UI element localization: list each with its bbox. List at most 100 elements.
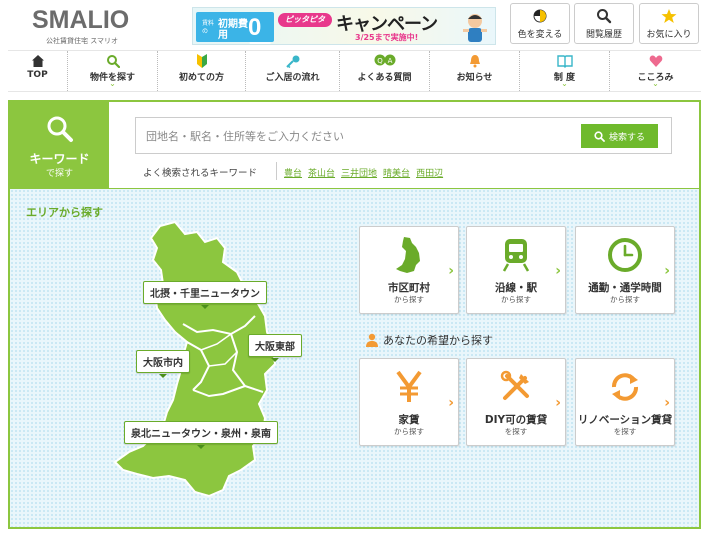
nav-item-beginners[interactable]: 初めての方 <box>158 51 246 91</box>
search-button[interactable]: 検索する <box>581 124 658 148</box>
chevron-down-icon: ⌄ <box>652 79 659 88</box>
color-change-button[interactable]: 色を変える <box>510 3 570 44</box>
card-subtitle: を探す <box>613 427 637 436</box>
card-diy[interactable]: DIY可の賃貸 を探す › <box>466 358 566 446</box>
chevron-right-icon: › <box>664 263 670 279</box>
svg-text:Q: Q <box>377 57 383 65</box>
card-subtitle: から探す <box>394 295 424 304</box>
banner-zero: 0円 <box>248 14 272 45</box>
banner-date: 3/25まで実施中! <box>355 33 419 42</box>
favorites-label: お気に入り <box>646 30 692 40</box>
keyword-link[interactable]: 三井団地 <box>341 166 377 179</box>
chevron-right-icon: › <box>555 395 561 411</box>
keyword-link[interactable]: 晴美台 <box>383 166 410 179</box>
card-line-station[interactable]: 沿線・駅 から探す › <box>466 226 566 314</box>
card-subtitle: から探す <box>610 295 640 304</box>
region-label-senboku[interactable]: 泉北ニュータウン・泉州・泉南 <box>124 421 278 449</box>
qa-icon: QA <box>340 54 429 68</box>
chevron-down-icon: ⌄ <box>561 79 568 88</box>
search-icon <box>68 54 157 68</box>
campaign-banner[interactable]: 賃料の 初期費用 0円 ピッタピタ キャンペーン 3/25まで実施中! <box>192 7 496 45</box>
region-label-hokusetsu[interactable]: 北摂・千里ニュータウン <box>143 281 267 309</box>
search-icon <box>47 116 73 142</box>
site-header: SMALIO 公社賃貸住宅 スマリオ 賃料の 初期費用 0円 ピッタピタ キャン… <box>0 0 709 50</box>
nav-label: TOP <box>27 70 48 80</box>
beginner-mark-icon <box>158 54 245 68</box>
yen-icon <box>360 367 458 407</box>
home-icon <box>8 54 67 68</box>
nav-label: お知らせ <box>456 73 493 83</box>
search-box: 検索する <box>135 117 672 154</box>
search-icon <box>594 130 605 142</box>
card-municipality[interactable]: 市区町村 から探す › <box>359 226 459 314</box>
keyword-link[interactable]: 茶山台 <box>308 166 335 179</box>
history-button[interactable]: 閲覧履歴 <box>574 3 634 44</box>
person-icon <box>366 333 378 347</box>
card-renovation[interactable]: リノベーション賃貸 を探す › <box>575 358 675 446</box>
star-icon <box>640 8 698 24</box>
logo-subtitle: 公社賃貸住宅 スマリオ <box>46 37 119 45</box>
chevron-down-icon: ⌄ <box>109 79 116 88</box>
region-label-osaka-city[interactable]: 大阪市内 <box>136 350 190 378</box>
nav-item-move-in-flow[interactable]: ご入居の流れ <box>246 51 340 91</box>
card-rent[interactable]: 家賃 から探す › <box>359 358 459 446</box>
banner-character-icon <box>463 14 487 42</box>
card-title: 通勤・通学時間 <box>588 282 662 294</box>
keyword-side-title: キーワード <box>29 152 90 166</box>
nav-label: ご入居の流れ <box>265 73 320 83</box>
nav-item-search-property[interactable]: 物件を探す ⌄ <box>68 51 158 91</box>
svg-text:A: A <box>387 57 392 65</box>
osaka-map-icon <box>360 235 458 275</box>
keyword-search-panel: キーワード で探す 検索する よく検索されるキーワード 豊台 茶山台 三井団地 … <box>8 100 701 190</box>
logo-text: SMALIO <box>32 6 130 34</box>
nav-item-faq[interactable]: QA よくある質問 <box>340 51 430 91</box>
nav-item-kokoromi[interactable]: こころみ ⌄ <box>610 51 701 91</box>
card-title: 市区町村 <box>388 282 430 294</box>
chevron-right-icon: › <box>448 263 454 279</box>
banner-line1: 賃料の <box>202 20 215 35</box>
favorites-button[interactable]: お気に入り <box>639 3 699 44</box>
keyword-side-label: キーワード で探す <box>10 102 109 188</box>
site-logo[interactable]: SMALIO 公社賃貸住宅 スマリオ <box>32 6 142 46</box>
nav-item-news[interactable]: お知らせ <box>430 51 520 91</box>
key-icon <box>246 54 339 68</box>
area-search-title: エリアから探す <box>26 206 103 219</box>
banner-line2: 初期費用 <box>218 19 248 41</box>
chevron-right-icon: › <box>664 395 670 411</box>
clock-icon <box>576 235 674 275</box>
divider <box>276 162 277 180</box>
chevron-right-icon: › <box>555 263 561 279</box>
search-button-label: 検索する <box>608 132 645 143</box>
keyword-side-sub: で探す <box>45 169 73 179</box>
nav-item-top[interactable]: TOP <box>8 51 68 91</box>
wish-heading-text: あなたの希望から探す <box>383 334 493 347</box>
renovation-icon <box>576 367 674 407</box>
card-title: リノベーション賃貸 <box>577 414 673 426</box>
search-icon <box>575 8 633 24</box>
region-label-osaka-east[interactable]: 大阪東部 <box>248 334 302 362</box>
wish-search-heading: あなたの希望から探す <box>365 332 493 348</box>
history-label: 閲覧履歴 <box>585 30 622 40</box>
card-title: DIY可の賃貸 <box>484 414 548 426</box>
keyword-link[interactable]: 西田辺 <box>416 166 443 179</box>
chevron-right-icon: › <box>448 395 454 411</box>
color-change-label: 色を変える <box>517 30 563 40</box>
keyword-link[interactable]: 豊台 <box>284 166 302 179</box>
bell-icon <box>430 54 519 68</box>
book-icon <box>520 54 609 68</box>
color-circle-icon <box>511 8 569 24</box>
area-search-panel: エリアから探す 北摂・千里ニュータウン 大阪東部 大阪市内 泉北ニュータウン・泉… <box>8 189 701 529</box>
global-nav: TOP 物件を探す ⌄ 初めての方 ご入居の流れ QA よくある質問 お知らせ … <box>8 50 701 92</box>
nav-label: 初めての方 <box>178 73 224 83</box>
tools-icon <box>467 367 565 407</box>
card-commute-time[interactable]: 通勤・通学時間 から探す › <box>575 226 675 314</box>
search-input[interactable] <box>146 126 566 146</box>
banner-pink-tag: ピッタピタ <box>278 13 332 27</box>
train-icon <box>467 235 565 275</box>
card-subtitle: から探す <box>501 295 531 304</box>
card-subtitle: を探す <box>504 427 528 436</box>
popular-keyword-links: 豊台 茶山台 三井団地 晴美台 西田辺 <box>284 166 443 179</box>
nav-label: よくある質問 <box>357 73 412 83</box>
nav-item-system[interactable]: 制 度 ⌄ <box>520 51 610 91</box>
card-title: 沿線・駅 <box>495 282 537 294</box>
